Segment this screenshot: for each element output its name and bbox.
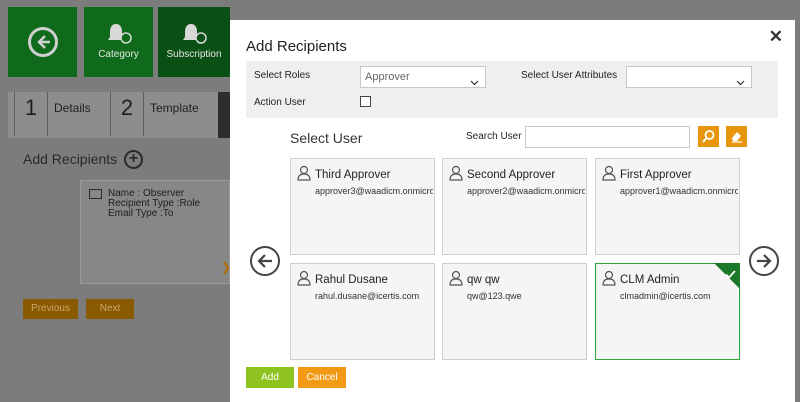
add-recipients-heading: Add Recipients [23,151,118,167]
user-email: qw@123.qwe [467,291,522,301]
user-card-selected[interactable]: CLM Admin clmadmin@icertis.com [595,263,740,360]
user-email: approver1@waadicm.onmicrosoft.com [620,186,738,196]
search-user-input[interactable] [525,126,690,148]
back-tile[interactable] [8,7,77,77]
user-name: Second Approver [467,169,556,181]
person-icon [297,165,311,186]
subscription-tile[interactable]: Subscription [158,7,230,77]
search-button[interactable] [698,126,719,147]
clear-search-button[interactable] [726,126,747,147]
step-number: 2 [110,92,144,136]
user-card[interactable]: Third Approver approver3@waadicm.onmicro… [290,158,435,255]
close-icon[interactable]: ✕ [769,27,783,47]
user-card[interactable]: First Approver approver1@waadicm.onmicro… [595,158,740,255]
chevron-down-icon [470,73,479,93]
user-name: Third Approver [315,169,391,181]
bell-icon [106,21,132,48]
next-button[interactable]: Next [86,299,134,319]
person-icon [297,270,311,291]
user-email: rahul.dusane@icertis.com [315,291,420,301]
user-card[interactable]: Second Approver approver2@waadicm.onmicr… [442,158,587,255]
person-icon [449,165,463,186]
select-roles-label: Select Roles [254,70,311,81]
select-user-heading: Select User [290,130,363,146]
person-icon [602,270,616,291]
bell-icon [181,21,207,48]
add-button[interactable]: Add [246,367,294,388]
previous-page-button[interactable] [250,246,280,276]
person-icon [602,165,616,186]
action-user-label: Action User [254,97,306,108]
subscription-label: Subscription [166,49,222,60]
select-user-attributes-dropdown[interactable] [626,66,752,88]
person-icon [449,270,463,291]
modal-title: Add Recipients [246,38,347,55]
previous-button[interactable]: Previous [23,299,78,319]
step-label: Template [150,101,199,115]
next-page-button[interactable] [749,246,779,276]
user-name: Rahul Dusane [315,274,388,286]
action-user-checkbox[interactable] [360,96,371,107]
add-recipient-plus-icon[interactable]: + [124,150,143,169]
user-name: First Approver [620,169,692,181]
step-details[interactable]: 1 Details [8,92,104,138]
add-recipients-modal: Add Recipients ✕ Select Roles Approver S… [230,20,795,402]
step-next [218,92,230,138]
recipient-card: Name : Observer Recipient Type :Role Ema… [80,180,230,284]
category-tile[interactable]: Category [84,7,153,77]
step-number: 1 [14,92,48,136]
cancel-button[interactable]: Cancel [298,367,346,388]
filter-panel: Select Roles Approver Select User Attrib… [246,61,778,118]
checkmark-icon [725,266,736,284]
user-email: approver2@waadicm.onmicrosoft.com [467,186,585,196]
user-name: qw qw [467,274,500,286]
id-card-icon [89,189,102,199]
user-email: clmadmin@icertis.com [620,291,711,301]
select-user-attributes-label: Select User Attributes [521,70,618,81]
step-label: Details [54,101,91,115]
recipient-line: Email Type :To [108,208,174,219]
search-user-label: Search User [466,131,522,142]
select-roles-dropdown[interactable]: Approver [360,66,486,88]
step-template[interactable]: 2 Template [104,92,218,138]
user-email: approver3@waadicm.onmicrosoft.com [315,186,433,196]
select-roles-value: Approver [365,71,410,83]
user-card[interactable]: qw qw qw@123.qwe [442,263,587,360]
category-label: Category [98,49,139,60]
user-card[interactable]: Rahul Dusane rahul.dusane@icertis.com [290,263,435,360]
back-arrow-icon [27,27,58,57]
chevron-down-icon [736,73,745,93]
user-name: CLM Admin [620,274,680,286]
